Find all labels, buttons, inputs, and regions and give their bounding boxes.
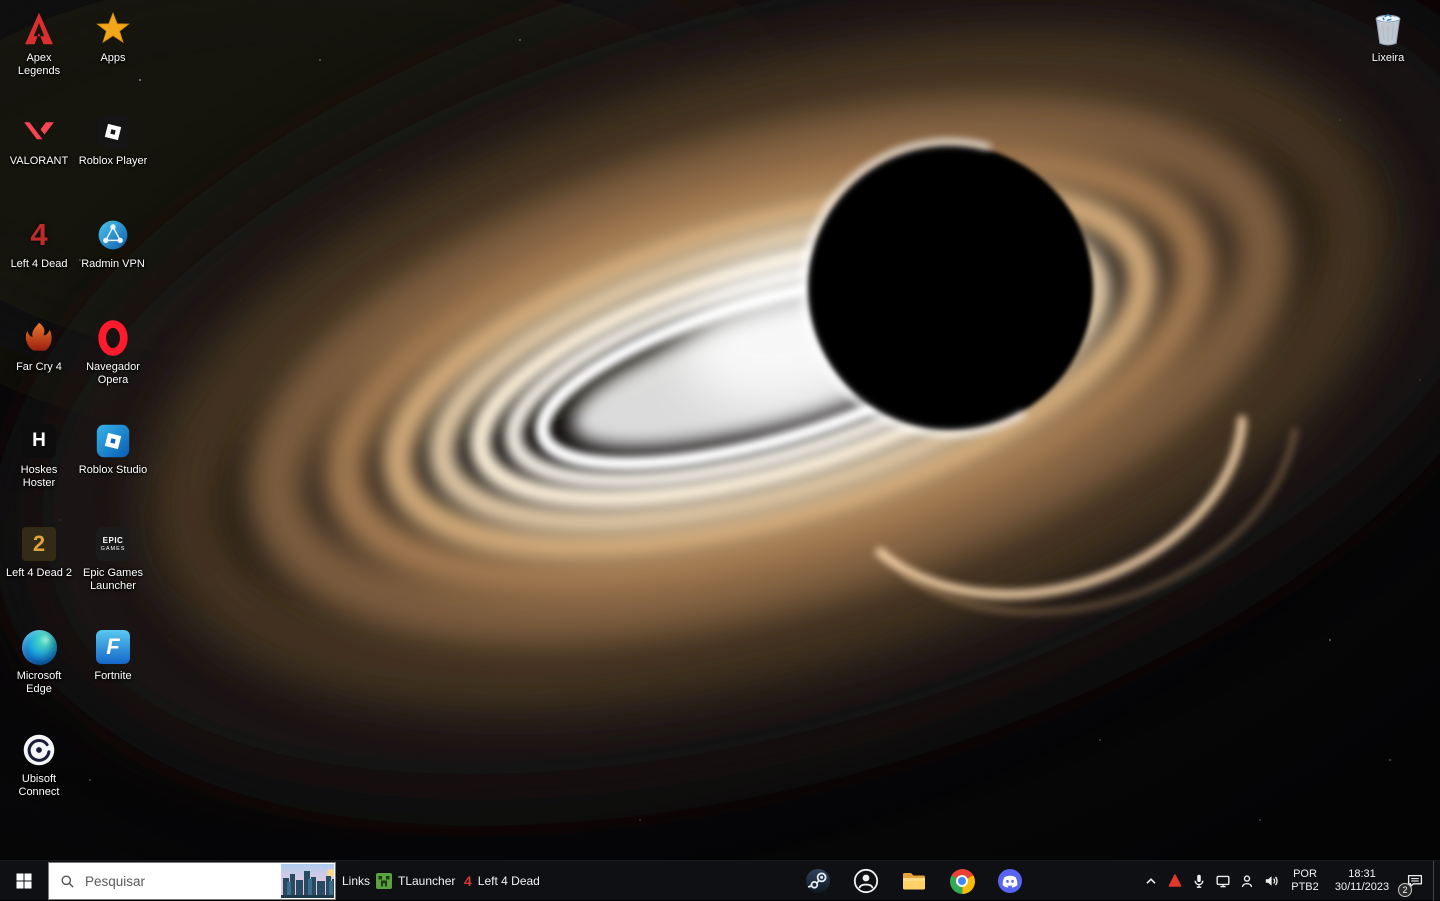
- chevron-up-icon: [1143, 873, 1159, 889]
- taskbar-search[interactable]: [48, 862, 336, 900]
- tray-chevron-button[interactable]: [1139, 861, 1163, 901]
- file-explorer-button[interactable]: [890, 861, 938, 901]
- desktop-icon-grid: Apex Legends VALORANT 4 Left 4 Dead Far …: [2, 6, 150, 830]
- apex-legends-icon: [19, 9, 59, 49]
- toolbar-item-tlauncher[interactable]: TLauncher: [368, 861, 463, 901]
- fortnite-icon: F: [93, 627, 133, 667]
- clock-time: 18:31: [1348, 868, 1376, 881]
- file-explorer-icon: [901, 868, 927, 894]
- discord-icon: [997, 868, 1023, 894]
- clock-date: 30/11/2023: [1335, 881, 1389, 894]
- notification-center-button[interactable]: 2: [1397, 861, 1433, 901]
- valorant-icon: [19, 112, 59, 152]
- toolbar-item-left4dead[interactable]: 4 Left 4 Dead: [456, 861, 548, 901]
- tray-volume-button[interactable]: [1259, 861, 1283, 901]
- discord-button[interactable]: [986, 861, 1034, 901]
- clock[interactable]: 18:31 30/11/2023: [1327, 861, 1397, 901]
- chrome-icon: [950, 869, 975, 894]
- tray-microphone-button[interactable]: [1187, 861, 1211, 901]
- user-circle-app-button[interactable]: [842, 861, 890, 901]
- ubisoft-connect-icon: [19, 730, 59, 770]
- edge-icon: [19, 627, 59, 667]
- radmin-vpn-icon: [93, 215, 133, 255]
- desktop-icon-fortnite[interactable]: F Fortnite: [76, 624, 150, 727]
- remote-user-icon: [1239, 873, 1255, 889]
- desktop-screen: { "colors": { "taskbar_bg": "#101114", "…: [0, 0, 1440, 900]
- recycle-bin-icon: [1368, 9, 1408, 49]
- pinned-apps: [794, 861, 1034, 901]
- hoskes-hoster-icon: H: [19, 421, 59, 461]
- desktop-icon-roblox-player[interactable]: Roblox Player: [76, 109, 150, 212]
- search-icon: [60, 874, 75, 889]
- volume-icon: [1263, 873, 1279, 889]
- steam-icon: [805, 868, 831, 894]
- desktop-icon-ubisoft-connect[interactable]: Ubisoft Connect: [2, 727, 76, 830]
- desktop-icon-hoskes-hoster[interactable]: H Hoskes Hoster: [2, 418, 76, 521]
- taskbar: Links TLauncher 4 Left 4 Dead: [0, 860, 1440, 900]
- desktop-icon-apex-legends[interactable]: Apex Legends: [2, 6, 76, 109]
- tray-red-app-button[interactable]: [1163, 861, 1187, 901]
- user-circle-icon: [853, 868, 879, 894]
- start-button[interactable]: [0, 861, 48, 901]
- desktop-icon-radmin-vpn[interactable]: Radmin VPN: [76, 212, 150, 315]
- microphone-icon: [1191, 873, 1207, 889]
- farcry4-icon: [19, 318, 59, 358]
- desktop-icon-left4dead2[interactable]: 2 Left 4 Dead 2: [2, 521, 76, 624]
- chrome-button[interactable]: [938, 861, 986, 901]
- epic-games-icon: EPIC GAMES: [93, 524, 133, 564]
- windows-logo-icon: [16, 873, 32, 889]
- tlauncher-icon: [376, 873, 392, 889]
- left4dead-icon: 4: [19, 215, 59, 255]
- notification-badge: 2: [1398, 883, 1412, 897]
- search-highlight-image[interactable]: [270, 864, 334, 898]
- language-indicator[interactable]: POR PTB2: [1283, 861, 1327, 901]
- desktop-icon-farcry4[interactable]: Far Cry 4: [2, 315, 76, 418]
- desktop-icon-microsoft-edge[interactable]: Microsoft Edge: [2, 624, 76, 727]
- tray-display-button[interactable]: [1211, 861, 1235, 901]
- wallpaper-black-hole: [0, 0, 1440, 900]
- desktop-icon-left4dead[interactable]: 4 Left 4 Dead: [2, 212, 76, 315]
- left4dead-icon: 4: [464, 873, 472, 889]
- search-input[interactable]: [83, 873, 270, 890]
- roblox-player-icon: [93, 112, 133, 152]
- display-icon: [1215, 873, 1231, 889]
- red-app-icon: [1167, 873, 1183, 889]
- desktop-icon-opera[interactable]: Navegador Opera: [76, 315, 150, 418]
- desktop-icon-roblox-studio[interactable]: Roblox Studio: [76, 418, 150, 521]
- steam-app-button[interactable]: [794, 861, 842, 901]
- opera-icon: [93, 318, 133, 358]
- tray-remote-user-button[interactable]: [1235, 861, 1259, 901]
- desktop-icon-apps[interactable]: Apps: [76, 6, 150, 109]
- desktop-icon-epic-games[interactable]: EPIC GAMES Epic Games Launcher: [76, 521, 150, 624]
- left4dead2-icon: 2: [19, 524, 59, 564]
- links-toolbar-label[interactable]: Links: [342, 861, 370, 901]
- show-desktop-button[interactable]: [1433, 861, 1440, 901]
- desktop-icon-valorant[interactable]: VALORANT: [2, 109, 76, 212]
- apps-star-icon: [93, 9, 133, 49]
- roblox-studio-icon: [93, 421, 133, 461]
- desktop-icon-recycle-bin[interactable]: Lixeira: [1356, 6, 1420, 65]
- system-tray: POR PTB2 18:31 30/11/2023 2: [1139, 861, 1440, 901]
